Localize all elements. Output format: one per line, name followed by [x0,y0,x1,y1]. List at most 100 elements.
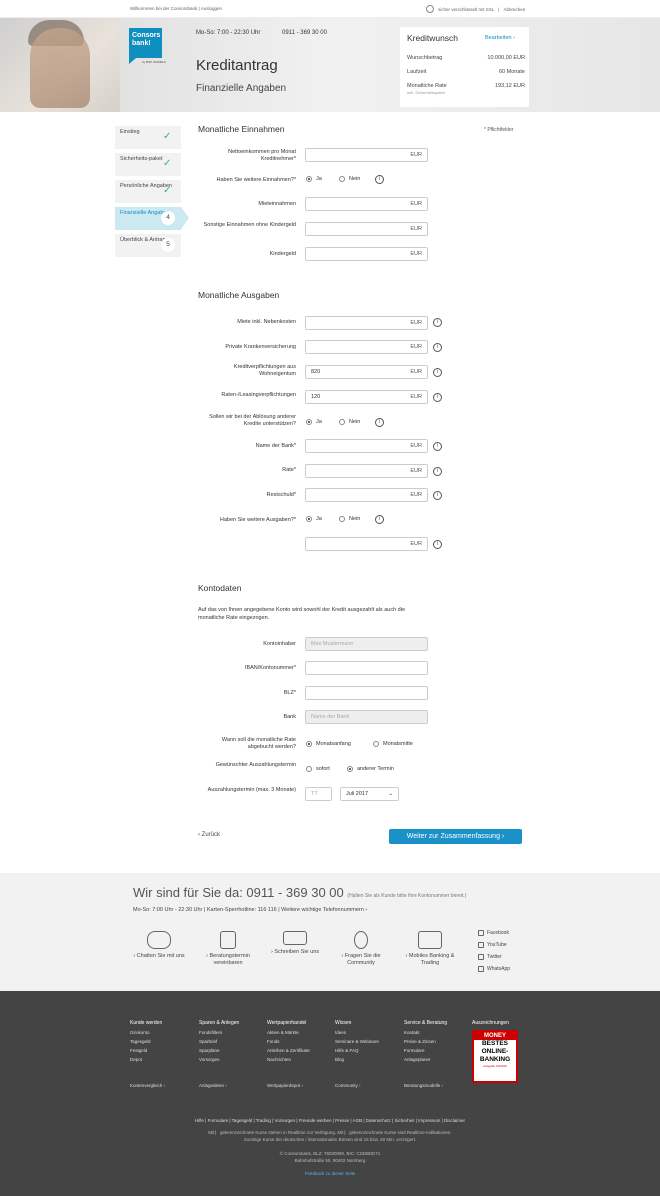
footer-col: Sparen & Anlegen Fondsfilters Sparbrief Sp… [199,1020,240,1062]
feedback-link[interactable]: Feedback zu dieser Seite [0,1171,660,1176]
month-select[interactable]: Juli 2017 ⌄ [340,787,399,801]
kindergeld-input[interactable]: EUR [305,247,428,261]
anderer-termin-radio[interactable]: anderer Termin [347,766,394,772]
footer-note: Sonstige Kurse der deutschen / internati… [243,1137,417,1142]
footer-more-link[interactable]: Kontenvergleich › [130,1081,165,1090]
step-number: 5 [161,238,175,252]
abbuchung-label: Wann soll die monatliche Rate abgebucht … [221,737,296,750]
restschuld-label: Restschuld* [266,492,296,498]
phone-text: 0911 - 369 30 00 [282,30,327,36]
info-icon[interactable]: i [433,442,442,451]
iban-input[interactable] [305,661,428,675]
social-youtube[interactable]: YouTube [478,942,507,948]
youtube-icon [478,942,484,948]
auszahlung-label: Gewünschter Auszahlungstermin [215,762,296,768]
info-icon[interactable]: i [433,491,442,500]
section-ausgaben-heading: Monatliche Ausgaben [198,290,280,300]
abloesung-label: Sollen wir bei der Ablösung anderer Kred… [209,414,296,427]
footer-more-link[interactable]: Wertpapierdepot › [267,1081,303,1090]
next-button[interactable]: Weiter zur Zusammenfassung › [389,829,522,844]
lock-icon [426,5,434,13]
info-icon[interactable]: i [433,368,442,377]
abloesung-ja-radio[interactable]: Ja [306,419,322,425]
hero-face [30,28,90,108]
mieteinnahmen-input[interactable]: EUR [305,197,428,211]
kv-label: Private Krankenversicherung [225,344,296,350]
blz-label: BLZ* [283,690,296,696]
footer-more-link[interactable]: Community › [335,1081,361,1090]
calendar-icon [220,931,236,949]
back-link[interactable]: ‹ Zurück [198,832,220,838]
ausgaben-nein-radio[interactable]: Nein [339,516,360,522]
info-icon[interactable]: i [433,343,442,352]
rate-input[interactable]: EUR [305,464,428,478]
logo-tail [129,58,136,64]
footer-links[interactable]: Hilfe | Formulare | Tagesgeld | Trading … [0,1118,660,1123]
step-sicherheitspaket[interactable]: Sicherheits-paket ✓ [115,153,181,176]
bank-name-input[interactable]: EUR [305,439,428,453]
kontoinhaber-field: Max Mustermann [305,637,428,651]
kredit-input[interactable]: 820 EUR [305,365,428,379]
info-icon[interactable]: i [433,540,442,549]
miete-label: Mieteinnahmen [258,201,296,207]
abloesung-nein-radio[interactable]: Nein [339,419,360,425]
step-persoenliche-angaben[interactable]: Persönliche Angaben ✓ [115,180,181,203]
section-einnahmen-heading: Monatliche Einnahmen [198,124,285,134]
einnahmen-ja-radio[interactable]: Ja [306,176,322,182]
mail-channel[interactable]: › Schreiben Sie uns [265,931,325,956]
monatsanfang-radio[interactable]: Monatsanfang [306,741,351,747]
ausgaben-ja-radio[interactable]: Ja [306,516,322,522]
edit-link[interactable]: Bearbeiten › [485,35,515,41]
footer-col: Wertpapierhandel Aktien & Märkte Fonds Anl… [267,1020,310,1062]
footer-address: © Consorsbank, BLZ: 76030080, BIC: CSDBD… [279,1151,381,1156]
appointment-channel[interactable]: › Beratungstermin vereinbaren [198,931,258,967]
kreditwunsch-heading: Kreditwunsch [407,33,459,43]
community-channel[interactable]: › Fragen Sie die Community [331,931,391,967]
info-icon[interactable]: i [375,418,384,427]
sonstige-input[interactable]: EUR [305,222,428,236]
info-icon[interactable]: i [433,318,442,327]
footer-more-link[interactable]: Beratungsmodelle › [404,1081,443,1090]
kreditwunsch-box: Kreditwunsch Bearbeiten › Wunschbetrag 10… [400,27,529,107]
bank-field: Name der Bank [305,710,428,724]
info-icon[interactable]: i [433,393,442,402]
kredit-label: Kreditverpflichtungen aus Wohneigentum [233,364,296,377]
lightbulb-icon [354,931,368,949]
netto-input[interactable]: EUR [305,148,428,162]
social-facebook[interactable]: Facebook [478,930,509,936]
miete-input[interactable]: EUR [305,316,428,330]
footer-address: Bahnhofstraße 55, 90402 Nürnberg [294,1158,366,1163]
footer-col: Auszeichnungen [472,1020,509,1026]
sofort-radio[interactable]: sofort [306,766,330,772]
info-icon[interactable]: i [375,515,384,524]
restschuld-input[interactable]: EUR [305,488,428,502]
iban-label: IBAN/Kontonummer* [244,665,296,671]
mobile-channel[interactable]: › Mobiles Banking & Trading [400,931,460,967]
raten-input[interactable]: 120 EUR [305,390,428,404]
sonstige-label: Sonstige Einnahmen ohne Kindergeld [203,222,296,228]
blz-input[interactable] [305,686,428,700]
contact-subline: Mo-So: 7:00 Uhr - 22:30 Uhr | Karten-Spe… [133,907,368,913]
info-icon[interactable]: i [375,175,384,184]
social-twitter[interactable]: Twitter [478,954,502,960]
einnahmen-nein-radio[interactable]: Nein [339,176,360,182]
topbar-right: sicher verschlüsselt mit SSL | Abbrechen [426,5,525,13]
day-input[interactable]: TT [305,787,332,801]
konto-intro: Auf das von Ihnen angegebene Konto wird … [198,607,406,621]
kv-input[interactable]: EUR [305,340,428,354]
cancel-link[interactable]: Abbrechen [503,7,525,12]
chat-icon [147,931,171,949]
chat-channel[interactable]: › Chatten Sie mit uns [129,931,189,960]
step-ueberblick[interactable]: Überblick & Antrag 5 [115,234,181,257]
bank-name-label: Name der Bank* [255,443,296,449]
step-finanzielle-angaben[interactable]: Finanzielle Angaben 4 [115,207,189,230]
info-icon[interactable]: i [433,467,442,476]
weitere-ausgaben-input[interactable]: EUR [305,537,428,551]
consorsbank-logo[interactable]: Consors bank! [129,28,162,58]
step-einstieg[interactable]: Einstieg ✓ [115,126,181,149]
check-icon: ✓ [163,185,172,196]
social-whatsapp[interactable]: WhatsApp [478,966,510,972]
monatsmitte-radio[interactable]: Monatsmitte [373,741,413,747]
footer-more-link[interactable]: Anlageideen › [199,1081,227,1090]
award-badge: MONEY BESTES ONLINE-BANKING Ausgabe 10/2… [472,1030,518,1083]
